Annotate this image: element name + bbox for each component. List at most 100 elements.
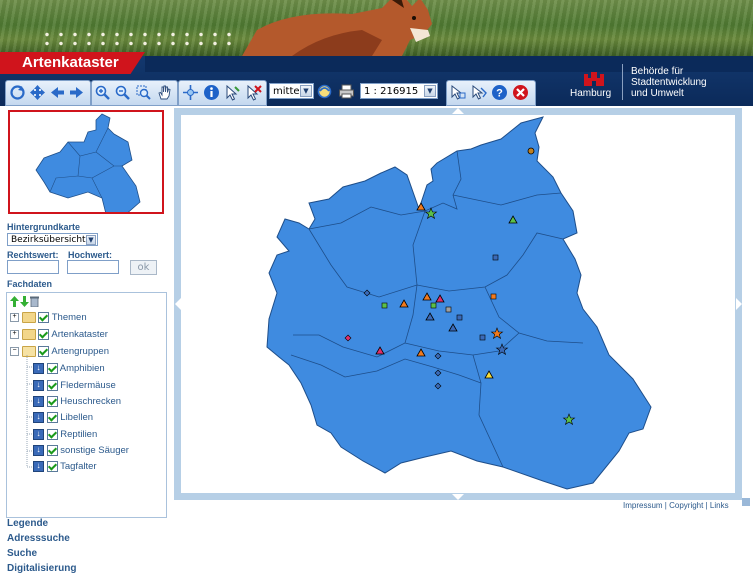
help-icon[interactable]: ? xyxy=(491,84,508,101)
square-marker[interactable] xyxy=(445,306,452,313)
hochwert-input[interactable] xyxy=(67,260,119,274)
zoom-box-icon[interactable] xyxy=(135,84,152,101)
tree-species-label: Libellen xyxy=(60,412,94,423)
impressum-link[interactable]: Impressum xyxy=(623,501,663,510)
square-marker[interactable] xyxy=(381,302,388,309)
hamburg-wordmark: Hamburg xyxy=(570,88,612,99)
scale-select[interactable]: 1 : 216915 ▼ xyxy=(360,83,438,99)
background-label: Hintergrundkarte xyxy=(7,222,81,232)
tree-species-row[interactable]: ↓ Libellen xyxy=(33,411,93,425)
tree-folder-label: Artenkataster xyxy=(51,329,108,340)
map-canvas[interactable] xyxy=(181,115,735,493)
pan-east-icon[interactable] xyxy=(736,298,742,310)
select-arrow-icon[interactable] xyxy=(450,84,467,101)
copyright-link[interactable]: Copyright xyxy=(669,501,703,510)
tree-species-row[interactable]: ↓ Reptilien xyxy=(33,428,97,442)
square-marker[interactable] xyxy=(490,293,497,300)
checkbox-checked-icon[interactable] xyxy=(46,362,58,374)
zoom-out-icon[interactable] xyxy=(114,84,131,101)
refresh-icon[interactable] xyxy=(9,84,26,101)
print-icon[interactable] xyxy=(338,83,355,100)
measure-icon[interactable] xyxy=(471,84,488,101)
zoom-in-icon[interactable] xyxy=(94,84,111,101)
full-extent-icon[interactable] xyxy=(182,84,199,101)
circle-marker[interactable] xyxy=(527,147,535,155)
forward-icon[interactable] xyxy=(68,84,85,101)
quality-select-value: mittel xyxy=(273,86,303,97)
download-icon[interactable]: ↓ xyxy=(33,395,44,407)
expand-icon[interactable]: + xyxy=(10,312,19,322)
checkbox-checked-icon[interactable] xyxy=(38,311,50,323)
overview-map[interactable] xyxy=(8,110,164,217)
hochwert-label: Hochwert: xyxy=(68,250,113,260)
checkbox-checked-icon[interactable] xyxy=(46,428,58,440)
download-icon[interactable]: ↓ xyxy=(33,460,44,472)
square-marker[interactable] xyxy=(492,254,499,261)
svg-text:?: ? xyxy=(496,88,503,100)
suche-panel-link[interactable]: Suche xyxy=(7,548,37,559)
legende-panel-link[interactable]: Legende xyxy=(7,518,48,529)
square-marker[interactable] xyxy=(479,334,486,341)
close-icon[interactable] xyxy=(512,84,529,101)
tree-species-row[interactable]: ↓ Amphibien xyxy=(33,362,105,376)
download-icon[interactable]: ↓ xyxy=(33,444,44,456)
pan-south-icon[interactable] xyxy=(452,494,464,500)
chevron-down-icon: ▼ xyxy=(86,235,96,245)
authority-line-1: Behörde für xyxy=(631,66,684,77)
background-select[interactable]: Bezirksübersicht ▼ xyxy=(7,233,98,246)
fachdaten-label: Fachdaten xyxy=(7,279,53,289)
checkbox-checked-icon[interactable] xyxy=(46,444,58,456)
tree-species-row[interactable]: ↓ Tagfalter xyxy=(33,460,97,474)
tree-species-label: Reptilien xyxy=(60,429,98,440)
footer-separator: | xyxy=(705,501,708,510)
download-icon[interactable]: ↓ xyxy=(33,428,44,440)
clear-selection-icon[interactable] xyxy=(245,84,262,101)
select-icon[interactable] xyxy=(224,84,241,101)
tree-species-row[interactable]: ↓ Heuschrecken xyxy=(33,395,121,409)
tree-folder-row[interactable]: − Artengruppen xyxy=(10,345,109,359)
checkbox-checked-icon[interactable] xyxy=(46,395,58,407)
rechtswert-input[interactable] xyxy=(7,260,59,274)
background-select-value: Bezirksübersicht xyxy=(11,235,86,245)
folder-icon xyxy=(21,328,36,340)
tree-folder-label: Artengruppen xyxy=(51,346,109,357)
square-marker[interactable] xyxy=(430,302,437,309)
download-icon[interactable]: ↓ xyxy=(33,362,44,374)
quality-select[interactable]: mittel ▼ xyxy=(269,83,314,99)
collapse-icon[interactable]: − xyxy=(10,346,19,356)
logo-separator xyxy=(622,64,623,100)
hand-icon[interactable] xyxy=(156,84,173,101)
checkbox-checked-icon[interactable] xyxy=(38,345,50,357)
back-icon[interactable] xyxy=(49,84,66,101)
tree-species-label: Amphibien xyxy=(59,363,105,374)
pan-north-icon[interactable] xyxy=(452,108,464,114)
checkbox-checked-icon[interactable] xyxy=(46,379,58,391)
square-marker[interactable] xyxy=(456,314,463,321)
digitalisierung-panel-link[interactable]: Digitalisierung xyxy=(7,563,76,574)
info-icon[interactable] xyxy=(203,84,220,101)
checkbox-checked-icon[interactable] xyxy=(46,411,58,423)
links-link[interactable]: Links xyxy=(710,501,729,510)
tree-species-row[interactable]: ↓ sonstige Säuger xyxy=(33,444,129,458)
tree-species-row[interactable]: ↓ Fledermäuse xyxy=(33,379,116,393)
expand-icon[interactable]: + xyxy=(10,329,19,339)
ok-button[interactable]: ok xyxy=(130,260,157,275)
tree-folder-row[interactable]: + Themen xyxy=(10,311,87,325)
checkbox-checked-icon[interactable] xyxy=(46,460,58,472)
overview-map-shape xyxy=(35,113,141,217)
tree-folder-row[interactable]: + Artenkataster xyxy=(10,328,108,342)
arrow-down-icon[interactable] xyxy=(20,296,29,307)
trash-icon[interactable] xyxy=(30,296,39,307)
pan-icon[interactable] xyxy=(29,84,46,101)
reload-icon[interactable] xyxy=(316,83,333,100)
folder-icon xyxy=(21,311,36,323)
fox-image xyxy=(242,0,432,56)
checkbox-checked-icon[interactable] xyxy=(38,328,50,340)
adresssuche-panel-link[interactable]: Adresssuche xyxy=(7,533,70,544)
hamburg-districts-map xyxy=(266,116,652,490)
arrow-up-icon[interactable] xyxy=(10,296,19,307)
resize-handle[interactable] xyxy=(742,498,750,506)
rechtswert-label: Rechtswert: xyxy=(7,250,59,260)
download-icon[interactable]: ↓ xyxy=(33,411,44,423)
download-icon[interactable]: ↓ xyxy=(33,379,44,391)
